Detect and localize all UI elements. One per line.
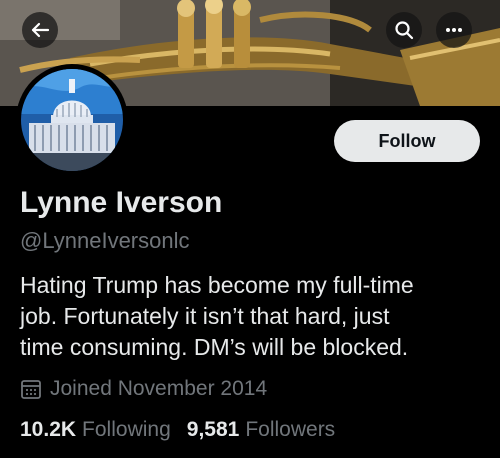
more-dots-icon (446, 28, 462, 32)
display-name: Lynne Iverson (20, 186, 223, 219)
calendar-icon (20, 378, 42, 400)
back-button[interactable] (22, 12, 58, 48)
joined-date-text: Joined November 2014 (50, 377, 268, 400)
avatar (21, 69, 123, 171)
follow-button[interactable]: Follow (334, 120, 480, 162)
search-icon (395, 21, 414, 40)
following-count: 10.2K (20, 418, 77, 441)
user-handle: @LynneIversonlc (20, 228, 190, 253)
bio-line: time consuming. DM’s will be blocked. (20, 334, 409, 360)
bio-line: Hating Trump has become my full-time (20, 272, 414, 298)
following-link[interactable]: 10.2K Following (20, 418, 171, 442)
more-options-button[interactable] (436, 12, 472, 48)
avatar-container[interactable] (16, 64, 128, 176)
arrow-left-icon (31, 22, 50, 38)
bio-line: job. Fortunately it isn’t that hard, jus… (20, 303, 390, 329)
profile-stats: 10.2K Following 9,581 Followers (20, 418, 351, 442)
followers-count: 9,581 (186, 418, 240, 441)
following-label: Following (82, 418, 171, 441)
search-button[interactable] (386, 12, 422, 48)
followers-link[interactable]: 9,581 Followers (187, 418, 335, 442)
profile-bio: Hating Trump has become my full-time job… (20, 270, 490, 363)
capitol-building-avatar-image (21, 69, 123, 171)
joined-date-row: Joined November 2014 (20, 376, 267, 402)
followers-label: Followers (245, 418, 336, 441)
